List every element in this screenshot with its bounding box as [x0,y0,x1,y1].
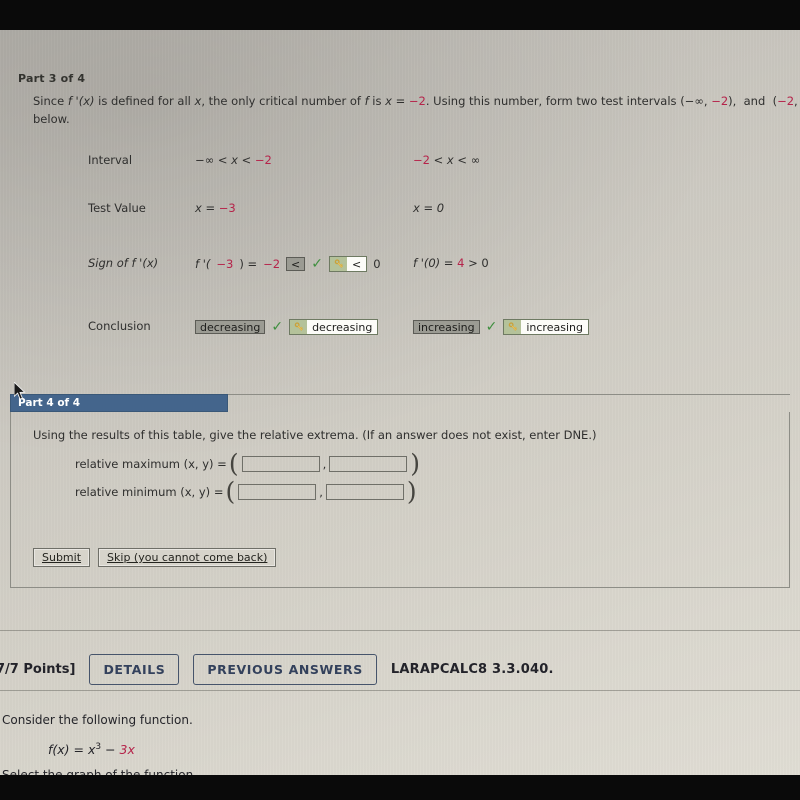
interval-left-bound: −2 [254,153,272,167]
key-icon [290,320,308,334]
select-graph-text: Select the graph of the function. [2,768,198,775]
intro-interval2-value: −2 [777,94,795,108]
relative-minimum-label: relative minimum (x, y) = [75,485,224,499]
key-icon [330,257,347,271]
relative-maximum-label: relative maximum (x, y) = [75,457,227,471]
conclusion-right-cell: increasing ✓ increasing [413,319,589,335]
interval-right-value: −2 < x < ∞ [413,153,480,167]
intro-interval1-open: (−∞, [680,94,712,108]
exercise-header: 7/7 Points] DETAILS PREVIOUS ANSWERS LAR… [0,648,800,690]
conclusion-left-key-answer: decreasing [289,319,379,335]
intro-fprime: f '(x) [67,94,95,108]
formula-pre: f(x) = x [48,742,96,758]
row-label-conclusion: Conclusion [88,319,151,333]
key-icon [504,320,522,334]
previous-answers-button[interactable]: PREVIOUS ANSWERS [193,653,377,685]
checkmark-icon: ✓ [271,319,284,335]
sign-left-cell: f '( −3 ) = −2 < ✓ < 0 [195,256,381,272]
divider-top [0,630,800,631]
conclusion-right-answer-box[interactable]: increasing [413,320,480,334]
row-label-sign: Sign of f '(x) [88,256,158,270]
part4-panel: Part 4 of 4 Using the results of this ta… [10,394,790,588]
exercise-code: LARAPCALC8 3.3.040. [390,661,554,677]
part4-button-group: Submit Skip (you cannot come back) [33,548,277,567]
conclusion-left-cell: decreasing ✓ decreasing [195,319,379,335]
row-label-interval: Interval [88,153,133,167]
comma: , [322,457,327,471]
sign-left-key-answer: < [329,256,368,272]
submit-button[interactable]: Submit [33,548,91,567]
interval-right-post: < x < ∞ [429,153,481,167]
sign-right-cell: f '(0) = 4 > 0 [413,256,489,270]
checkmark-icon: ✓ [311,256,323,272]
conclusion-right-key-value: increasing [521,320,588,334]
formula-red-term: 3x [119,742,135,758]
intro-line2: below. [33,111,70,126]
relative-minimum-x-input[interactable] [238,484,317,500]
consider-function-text: Consider the following function. [2,713,193,727]
intro-text-d: is [368,94,386,108]
sign-left-zero: 0 [373,257,381,271]
relative-minimum-y-input[interactable] [325,484,404,500]
details-button[interactable]: DETAILS [89,653,180,685]
part3-intro-text: Since f '(x) is defined for all x, the o… [33,93,800,129]
test-value-left: x = −3 [195,201,236,215]
intro-and: and [743,94,766,108]
test-value-left-pre: x = [195,201,219,215]
interval-right-bound: −2 [413,153,430,167]
interval-left-pre: −∞ < x < [195,153,255,167]
conclusion-left-key-value: decreasing [307,320,378,334]
row-label-test-value: Test Value [88,201,146,215]
function-formula: f(x) = x3 − 3x [48,742,135,757]
photo-frame: Part 3 of 4 Since f '(x) is defined for … [0,0,800,800]
checkmark-icon: ✓ [485,319,498,335]
interval-left-value: −∞ < x < −2 [195,153,272,167]
intro-interval1-value: −2 [711,94,729,108]
intro-text-e: . Using this number, form two test inter… [425,94,681,108]
intro-equation: x = [385,94,409,108]
part4-question-text: Using the results of this table, give th… [33,428,597,442]
comma: , [319,485,323,499]
conclusion-right-key-answer: increasing [503,319,589,335]
relative-maximum-row: relative maximum (x, y) = ( , ) [75,449,421,478]
relative-maximum-x-input[interactable] [241,456,320,472]
screen-area: Part 3 of 4 Since f '(x) is defined for … [0,30,800,775]
relative-maximum-y-input[interactable] [329,456,408,472]
sign-right-b: > 0 [464,256,489,270]
row-label-sign-text: Sign of f '(x) [88,256,159,270]
intro-text-a: Since [33,94,68,108]
sign-left-expr-val1: −3 [216,257,234,271]
sign-right-a: f '(0) = [413,256,458,270]
sign-left-expr-b: ) = [239,257,258,271]
part3-heading: Part 3 of 4 [18,72,86,85]
sign-left-expr-val2: −2 [263,257,281,271]
sign-left-expr-a: f '( [195,257,211,271]
formula-mid: − [101,742,120,758]
part4-tab-header: Part 4 of 4 [10,394,228,412]
part4-body: Using the results of this table, give th… [10,412,790,588]
test-value-right: x = 0 [413,201,445,215]
intro-text-c: , the only critical number of [201,94,365,108]
test-value-left-number: −3 [218,201,236,215]
points-badge: 7/7 Points] [0,661,76,677]
intro-interval1-close: ), [728,94,737,108]
sign-left-answer-box[interactable]: < [286,257,306,271]
divider-bottom [0,690,800,691]
skip-button[interactable]: Skip (you cannot come back) [98,548,277,567]
conclusion-left-answer-box[interactable]: decreasing [195,320,266,334]
relative-minimum-row: relative minimum (x, y) = ( , ) [75,477,417,506]
intro-interval2-close: , ∞). [794,94,800,108]
intro-text-b: is defined for all [94,94,195,108]
intro-critical-value: −2 [408,94,426,108]
sign-left-key-value: < [347,257,367,271]
